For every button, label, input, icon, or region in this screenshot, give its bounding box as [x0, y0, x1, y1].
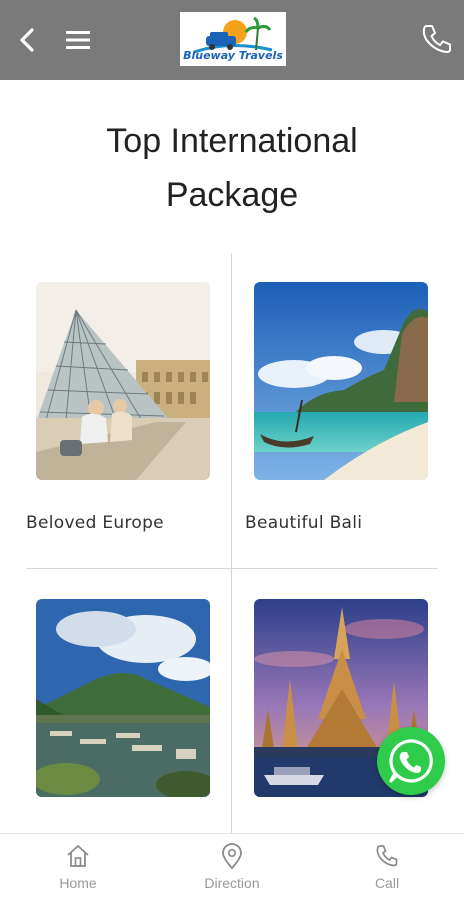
page-title-line-1: Top International — [106, 122, 358, 160]
brand-logo[interactable]: Blueway Travels — [180, 12, 286, 66]
europe-photo — [36, 282, 210, 480]
lake-photo — [36, 599, 210, 797]
app-header: Blueway Travels — [0, 0, 464, 80]
location-pin-icon — [222, 843, 242, 870]
nav-label-home: Home — [59, 875, 97, 891]
nav-label-direction: Direction — [204, 875, 260, 891]
back-arrow-icon — [20, 28, 34, 52]
page-title: Top International Package — [0, 114, 464, 222]
package-label-europe[interactable]: Beloved Europe — [26, 513, 164, 533]
logo-text: Blueway Travels — [183, 49, 283, 62]
nav-label-call: Call — [374, 875, 400, 891]
back-button[interactable] — [14, 24, 42, 56]
bottom-navigation: Home Direction Call — [0, 833, 464, 900]
page-title-line-2: Package — [165, 176, 299, 214]
home-icon — [67, 845, 89, 867]
nav-item-direction[interactable]: Direction — [177, 842, 287, 891]
whatsapp-icon — [389, 739, 433, 783]
nav-item-home[interactable]: Home — [23, 842, 133, 891]
whatsapp-button[interactable] — [377, 727, 445, 795]
bali-photo — [254, 282, 428, 480]
grid-vertical-divider — [231, 253, 232, 833]
header-call-button[interactable] — [418, 20, 456, 58]
package-image-bali[interactable] — [254, 282, 428, 480]
phone-icon — [422, 25, 451, 54]
hamburger-menu-icon — [66, 31, 90, 49]
nav-item-call[interactable]: Call — [332, 842, 442, 891]
package-image-lake[interactable] — [36, 599, 210, 797]
package-label-bali[interactable]: Beautiful Bali — [245, 513, 362, 533]
phone-icon — [376, 845, 398, 867]
menu-button[interactable] — [62, 24, 96, 56]
grid-horizontal-divider — [26, 568, 438, 569]
package-image-europe[interactable] — [36, 282, 210, 480]
